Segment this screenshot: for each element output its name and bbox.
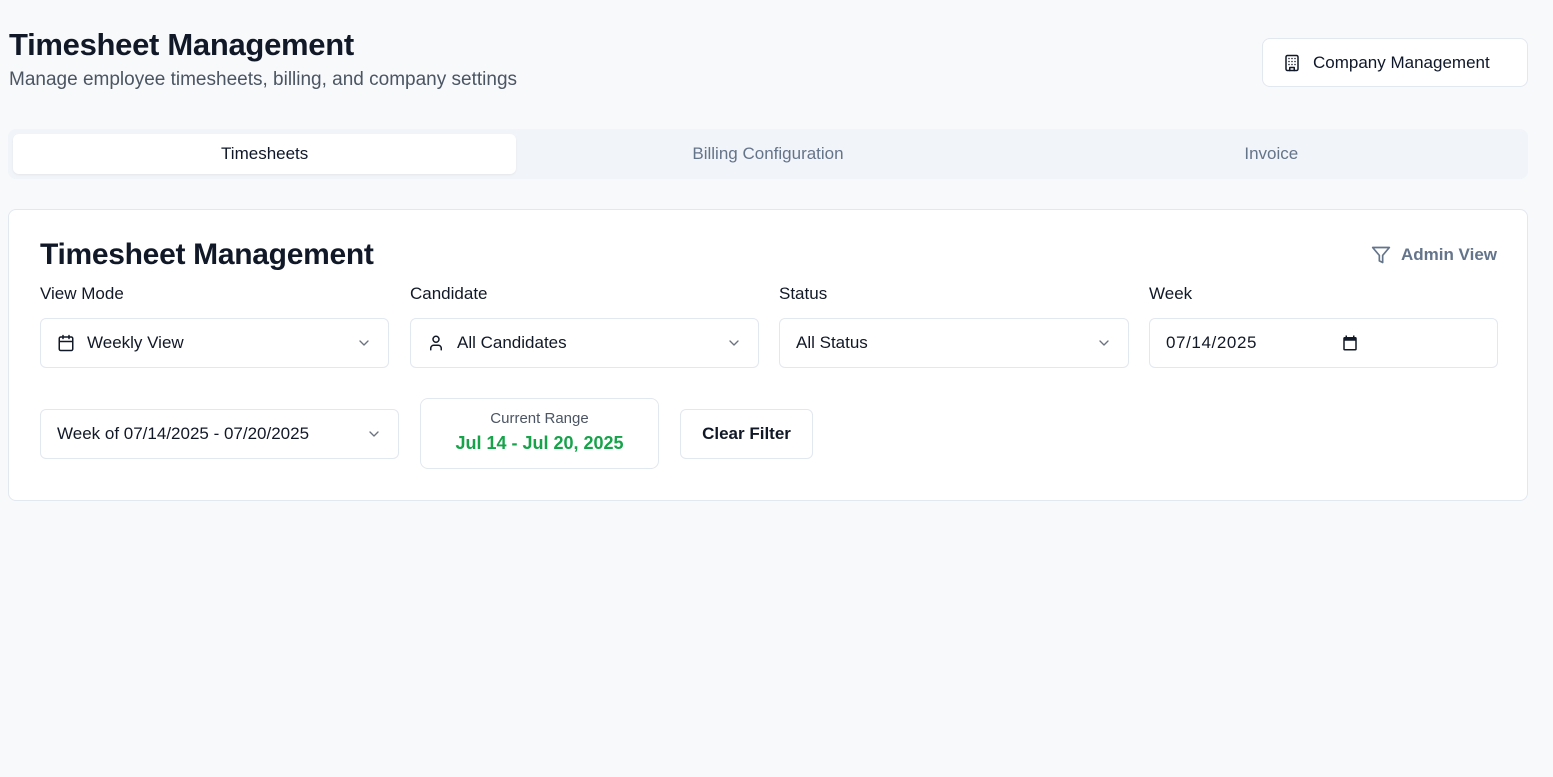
chevron-down-icon (369, 431, 379, 437)
admin-view-label: Admin View (1400, 245, 1497, 264)
status-label: Status (779, 284, 828, 303)
clear-filter-button[interactable]: Clear Filter (680, 409, 813, 459)
candidate-label: Candidate (410, 284, 488, 303)
week-date-input[interactable]: 07/14/2025 (1149, 318, 1498, 368)
timesheet-filter-card: Timesheet Management Admin View View Mod… (8, 209, 1528, 501)
week-date-value: 07/14/2025 (1166, 333, 1258, 352)
view-mode-select[interactable]: Weekly View (40, 318, 389, 368)
building-icon (1285, 54, 1299, 71)
candidate-select[interactable]: All Candidates (410, 318, 759, 368)
filter-icon (1371, 246, 1391, 264)
current-range-box: Current Range Jul 14 - Jul 20, 2025 (420, 398, 659, 469)
view-mode-label: View Mode (40, 284, 124, 303)
calendar-icon (58, 334, 74, 352)
view-mode-value: Weekly View (87, 333, 184, 352)
tab-invoice[interactable]: Invoice (1020, 134, 1523, 174)
current-range-label: Current Range (490, 410, 589, 427)
company-management-button[interactable]: Company Management (1262, 38, 1528, 87)
candidate-value: All Candidates (457, 333, 567, 352)
page-subtitle: Manage employee timesheets, billing, and… (9, 69, 518, 90)
page-title: Timesheet Management (9, 27, 354, 62)
status-value: All Status (796, 333, 868, 352)
current-range-value: Jul 14 - Jul 20, 2025 (455, 433, 624, 453)
week-label: Week (1149, 284, 1193, 303)
status-select[interactable]: All Status (779, 318, 1129, 368)
calendar-icon[interactable] (1341, 334, 1359, 352)
page: Timesheet Management Manage employee tim… (0, 0, 1553, 777)
company-management-label: Company Management (1313, 52, 1490, 72)
chevron-down-icon (1099, 340, 1109, 346)
tab-timesheets[interactable]: Timesheets (13, 134, 517, 174)
admin-view-indicator: Admin View (1371, 245, 1497, 265)
tab-billing-configuration[interactable]: Billing Configuration (516, 134, 1019, 174)
week-range-select[interactable]: Week of 07/14/2025 - 07/20/2025 (40, 409, 399, 459)
user-icon (430, 335, 442, 351)
tab-list: Timesheets Billing Configuration Invoice (8, 129, 1528, 179)
week-range-value: Week of 07/14/2025 - 07/20/2025 (57, 424, 310, 443)
page-header: Timesheet Management Manage employee tim… (9, 26, 517, 92)
chevron-down-icon (729, 340, 739, 346)
card-title: Timesheet Management (40, 238, 374, 271)
chevron-down-icon (359, 340, 369, 346)
